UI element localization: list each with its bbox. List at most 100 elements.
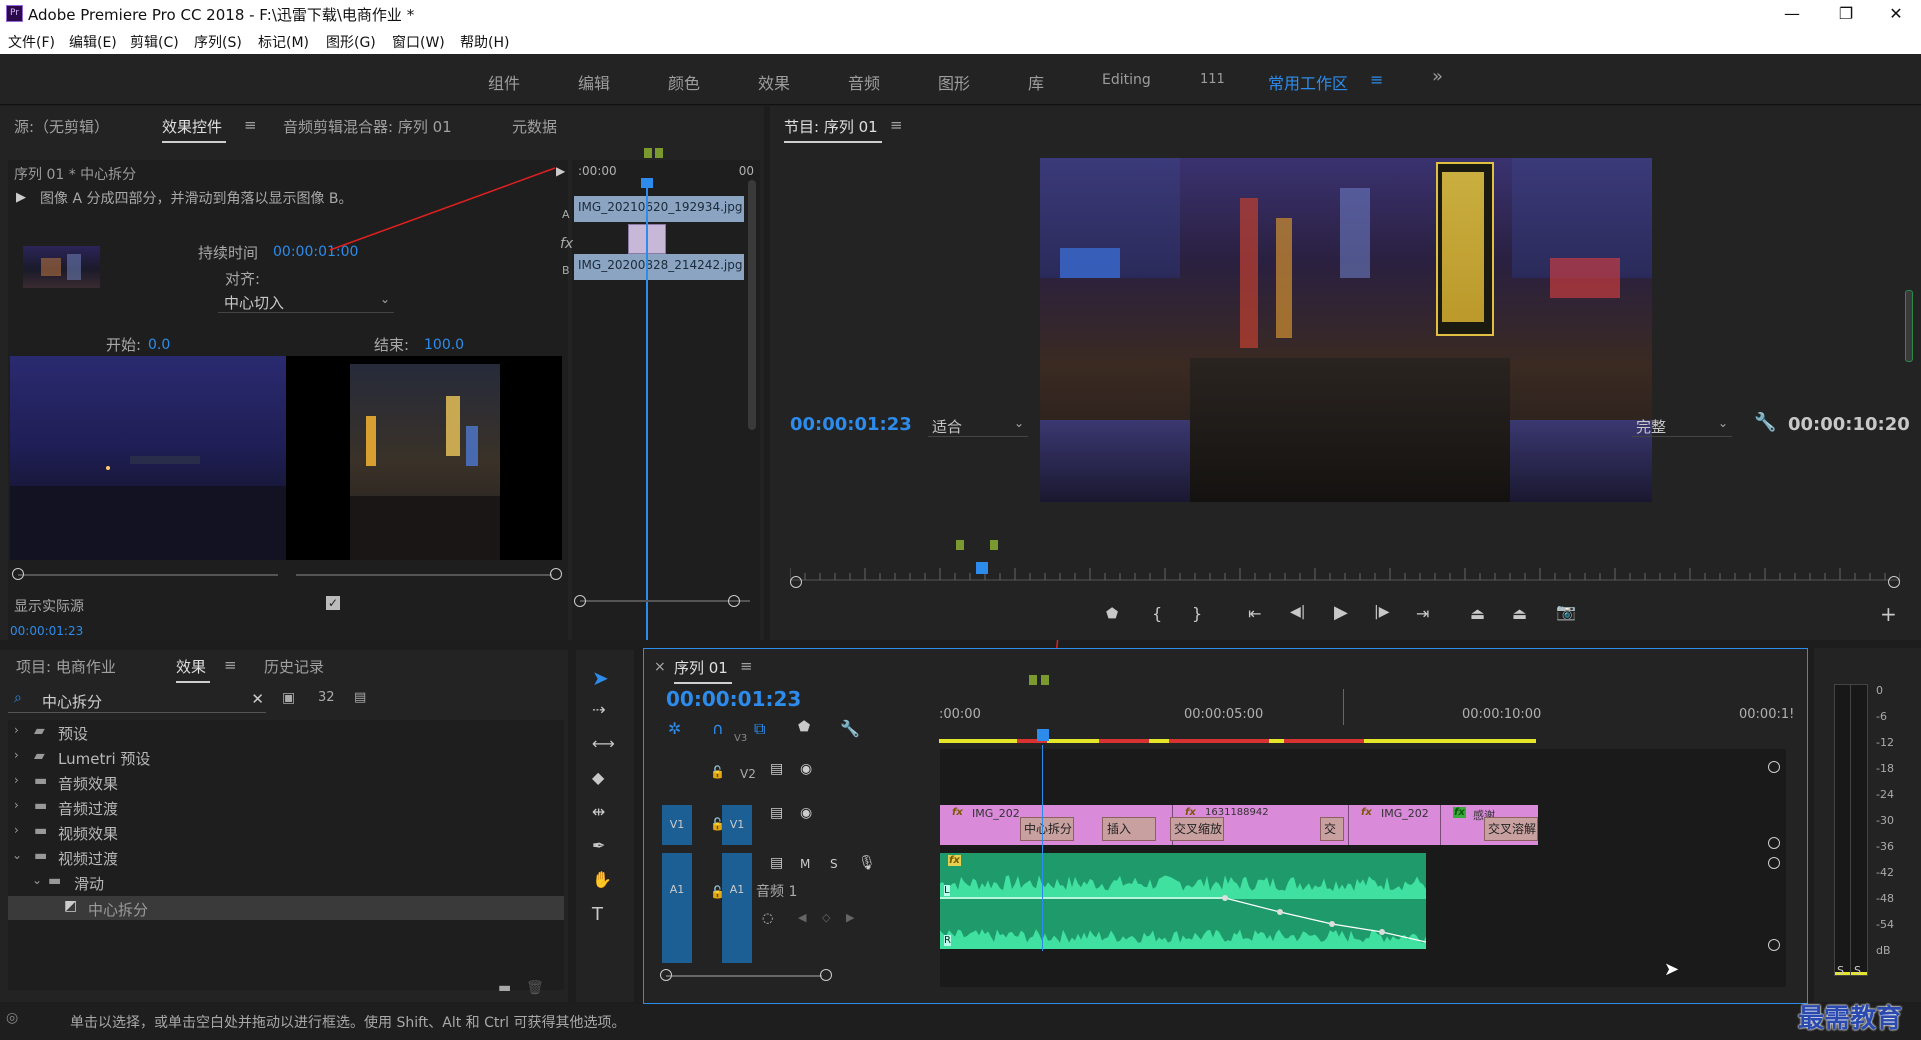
new-bin-icon[interactable]: ▬ <box>498 980 511 996</box>
timeline-ruler[interactable]: :00:00 00:00:05:00 00:00:10:00 00:00:1! <box>939 675 1794 745</box>
program-playhead[interactable] <box>976 562 988 574</box>
timeline-timecode[interactable]: 00:00:01:23 <box>666 687 801 711</box>
video-zoom-handle-top[interactable] <box>1768 761 1780 773</box>
hand-tool-icon[interactable]: ✋ <box>592 870 612 889</box>
tree-item[interactable]: › ▰ 预设 <box>8 720 564 745</box>
accelerated-effects-icon[interactable]: ▣ <box>282 690 295 706</box>
transition-clip[interactable]: 交 <box>1320 817 1344 841</box>
selection-tool-icon[interactable]: ➤ <box>592 666 609 690</box>
tree-item[interactable]: ⌄ ▬ 滑动 <box>8 870 564 895</box>
solo-left-button[interactable]: S <box>1837 964 1844 977</box>
transition-clip[interactable]: 交叉溶解 <box>1484 817 1538 841</box>
timeline-menu-icon[interactable]: ≡ <box>740 657 753 675</box>
add-button-icon[interactable]: + <box>1880 602 1897 626</box>
sync-lock-icon[interactable]: ▤ <box>770 855 783 871</box>
program-menu-icon[interactable]: ≡ <box>890 116 903 134</box>
clear-search-icon[interactable]: ✕ <box>251 690 264 708</box>
marker-icon[interactable] <box>990 540 998 550</box>
track-target-v1[interactable]: V1 <box>722 805 752 845</box>
timeline-close-button[interactable]: × <box>654 659 666 675</box>
microphone-icon[interactable]: 🎙 <box>858 855 876 871</box>
audio-zoom-handle-bottom[interactable] <box>1768 939 1780 951</box>
extract-icon[interactable]: ⏏ <box>1512 604 1527 623</box>
tree-item[interactable]: › ▬ 音频过渡 <box>8 795 564 820</box>
mark-in-icon[interactable]: { <box>1152 604 1162 623</box>
timeline-playhead-handle[interactable] <box>1037 729 1049 741</box>
source-patch-a1[interactable]: A1 <box>662 853 692 963</box>
type-tool-icon[interactable]: T <box>592 904 603 925</box>
audio-clip[interactable]: fx L R <box>940 853 1426 949</box>
ripple-edit-tool-icon[interactable]: ⟷ <box>592 734 615 753</box>
delete-icon[interactable]: 🗑 <box>526 980 544 996</box>
export-frame-icon[interactable]: 📷 <box>1556 602 1576 621</box>
right-edge-scrollbar[interactable] <box>1905 290 1913 362</box>
timeline-playhead[interactable] <box>1042 745 1043 951</box>
transition-clip[interactable]: 中心拆分 <box>1020 817 1074 841</box>
nest-icon[interactable]: ✲ <box>668 719 681 738</box>
tree-item[interactable]: › ▬ 音频效果 <box>8 770 564 795</box>
track-select-tool-icon[interactable]: ⇢ <box>592 700 605 719</box>
add-keyframe-icon[interactable]: ◇ <box>822 911 830 924</box>
eye-icon[interactable]: ◉ <box>800 761 812 777</box>
eye-icon[interactable]: ◉ <box>800 805 812 821</box>
yuv-effects-icon[interactable]: ▤ <box>354 690 366 705</box>
prev-keyframe-icon[interactable]: ◀ <box>798 911 806 924</box>
search-input[interactable]: 中心拆分 <box>42 691 102 712</box>
lock-icon[interactable]: 🔓 <box>710 765 725 779</box>
sync-lock-icon[interactable]: ▤ <box>770 805 783 821</box>
program-monitor-title[interactable]: 节目: 序列 01 <box>784 116 882 143</box>
sync-lock-icon[interactable]: ▤ <box>770 761 783 777</box>
next-keyframe-icon[interactable]: ▶ <box>846 911 854 924</box>
slip-tool-icon[interactable]: ⇹ <box>592 802 605 821</box>
tree-item[interactable]: › ▰ Lumetri 预设 <box>8 745 564 770</box>
video-clip[interactable]: fx IMG_202 <box>1348 805 1449 845</box>
snap-icon[interactable]: ∩ <box>712 719 724 738</box>
transition-clip[interactable]: 插入 <box>1102 817 1156 841</box>
program-timecode[interactable]: 00:00:01:23 <box>790 414 912 435</box>
video-zoom-handle-bottom[interactable] <box>1768 837 1780 849</box>
wrench-icon[interactable]: 🔧 <box>1754 412 1776 433</box>
zoom-dropdown[interactable]: 适合 ⌄ <box>928 414 1028 437</box>
play-icon[interactable]: ▶ <box>1334 602 1348 623</box>
pen-tool-icon[interactable]: ✒ <box>592 836 605 855</box>
tree-item-selected[interactable]: ◩ 中心拆分 <box>8 896 564 920</box>
timeline-zoom-handle-right[interactable] <box>820 969 832 981</box>
mute-button[interactable]: M <box>800 857 810 871</box>
tree-item[interactable]: ⌄ ▬ 视频过渡 <box>8 845 564 870</box>
add-marker-icon[interactable]: ⬟ <box>798 719 810 735</box>
transition-label: 交叉缩放 <box>1174 822 1223 836</box>
step-forward-icon[interactable]: |▶ <box>1374 604 1389 620</box>
program-time-ruler[interactable] <box>790 560 1900 590</box>
timeline-zoom-handle-left[interactable] <box>660 969 672 981</box>
folder-icon: ▬ <box>34 798 48 814</box>
solo-button[interactable]: S <box>830 857 838 871</box>
step-back-icon[interactable]: ◀| <box>1290 604 1305 620</box>
wrench-icon[interactable]: 🔧 <box>840 719 860 738</box>
tab-history[interactable]: 历史记录 <box>264 656 324 677</box>
track-target-a1[interactable]: A1 <box>722 853 752 963</box>
go-to-out-icon[interactable]: ⇥ <box>1416 604 1429 623</box>
tab-project[interactable]: 项目: 电商作业 <box>16 656 116 677</box>
razor-tool-icon[interactable]: ◆ <box>592 768 604 787</box>
source-patch-v1[interactable]: V1 <box>662 805 692 845</box>
audio-zoom-handle-top[interactable] <box>1768 857 1780 869</box>
tab-effects[interactable]: 效果 <box>176 656 211 683</box>
marker-icon[interactable] <box>956 540 964 550</box>
add-marker-icon[interactable]: ⬟ <box>1106 606 1118 622</box>
solo-right-button[interactable]: S <box>1854 964 1861 977</box>
tab-menu-icon[interactable]: ≡ <box>224 656 237 674</box>
program-zoom-handle-right[interactable] <box>1888 576 1900 588</box>
tree-item[interactable]: › ▬ 视频效果 <box>8 820 564 845</box>
program-zoom-handle-left[interactable] <box>790 576 802 588</box>
transition-clip[interactable]: 交叉缩放 <box>1170 817 1224 841</box>
linked-selection-icon[interactable]: ⧉ <box>754 719 765 739</box>
32bit-effects-icon[interactable]: 32 <box>318 690 335 705</box>
timeline-tab[interactable]: 序列 01 <box>674 657 732 684</box>
lift-icon[interactable]: ⏏ <box>1470 604 1485 623</box>
keyframe-options-icon[interactable]: ◌ <box>762 911 773 926</box>
go-to-in-icon[interactable]: ⇤ <box>1248 604 1261 623</box>
mark-out-icon[interactable]: } <box>1192 604 1202 623</box>
quality-dropdown[interactable]: 完整 ⌄ <box>1632 414 1732 437</box>
effects-search-box[interactable]: ⌕ 中心拆分 ✕ <box>8 688 266 713</box>
timeline-zoom-track[interactable] <box>666 975 822 977</box>
